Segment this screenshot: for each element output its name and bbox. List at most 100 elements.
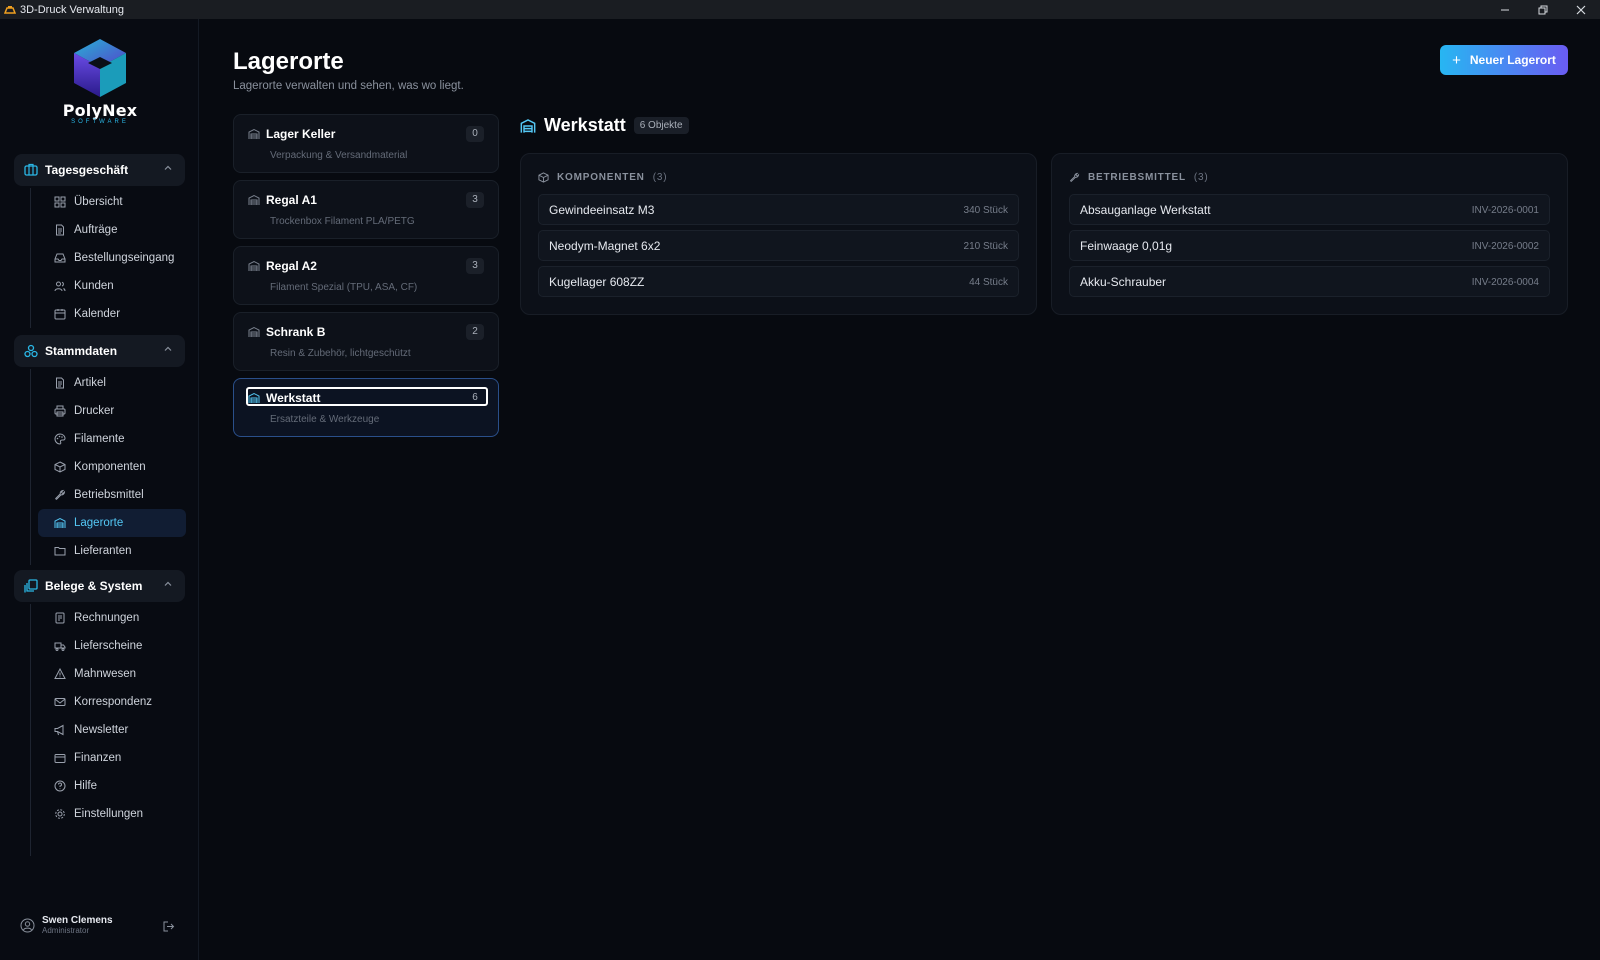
documents-icon [24, 579, 38, 593]
warehouse-icon [248, 128, 260, 139]
sidebar-item-mahnwesen[interactable]: Mahnwesen [38, 660, 186, 688]
component-quantity: 340 Stück [963, 205, 1008, 216]
equipment-name: Akku-Schrauber [1080, 275, 1167, 289]
brand-tagline: SOFTWARE [71, 119, 129, 125]
sidebar-item-label: Aufträge [74, 224, 118, 236]
sidebar-item-lieferanten[interactable]: Lieferanten [38, 537, 186, 565]
palette-icon [54, 433, 66, 445]
location-name: Lager Keller [266, 127, 336, 141]
component-row[interactable]: Gewindeeinsatz M3 340 Stück [538, 194, 1019, 225]
close-button[interactable] [1562, 0, 1600, 19]
group-stammdaten[interactable]: Stammdaten [14, 335, 185, 367]
sidebar-item-filamente[interactable]: Filamente [38, 425, 186, 453]
sidebar-item-uebersicht[interactable]: Übersicht [38, 188, 186, 216]
group-label: Stammdaten [45, 344, 118, 358]
sidebar-item-komponenten[interactable]: Komponenten [38, 453, 186, 481]
equipment-header: BETRIEBSMITTEL (3) [1069, 172, 1209, 183]
brand-name: PolyNex [62, 101, 138, 120]
sidebar-item-einstellungen[interactable]: Einstellungen [38, 800, 186, 828]
calendar-icon [54, 309, 66, 320]
location-card[interactable]: Regal A2 Filament Spezial (TPU, ASA, CF)… [233, 246, 499, 305]
sidebar-item-newsletter[interactable]: Newsletter [38, 716, 186, 744]
location-description: Resin & Zubehör, lichtgeschützt [270, 348, 411, 359]
sidebar-item-drucker[interactable]: Drucker [38, 397, 186, 425]
sidebar-item-label: Rechnungen [74, 612, 140, 624]
location-name: Regal A2 [266, 259, 317, 273]
sidebar-item-bestellungseingang[interactable]: Bestellungseingang [38, 244, 186, 272]
sidebar-item-label: Lagerorte [74, 517, 124, 529]
chevron-up-icon [164, 581, 172, 586]
title-bar: 3D-Druck Verwaltung [0, 0, 1600, 19]
chevron-up-icon [164, 346, 172, 351]
sidebar-item-label: Hilfe [74, 780, 98, 792]
equipment-row[interactable]: Akku-Schrauber INV-2026-0004 [1069, 266, 1550, 297]
location-count-badge: 2 [466, 324, 484, 340]
group-tagesgeschaeft[interactable]: Tagesgeschäft [14, 154, 185, 186]
location-count-badge: 3 [466, 192, 484, 208]
user-name: Swen Clemens [42, 915, 113, 926]
location-description: Filament Spezial (TPU, ASA, CF) [270, 282, 418, 293]
location-card-selected[interactable]: Werkstatt Ersatzteile & Werkzeuge 6 [233, 378, 499, 437]
sidebar-item-kunden[interactable]: Kunden [38, 272, 186, 300]
logout-icon[interactable] [162, 920, 175, 933]
nav-list-belege-system: Rechnungen Lieferscheine Mahnwesen Korre… [30, 604, 186, 856]
warehouse-icon [248, 194, 260, 205]
object-count-badge: 6 Objekte [633, 117, 689, 134]
location-description: Verpackung & Versandmaterial [270, 150, 408, 161]
equipment-inventory-number: INV-2026-0001 [1471, 205, 1539, 216]
location-count-badge: 3 [466, 258, 484, 274]
sidebar-item-betriebsmittel[interactable]: Betriebsmittel [38, 481, 186, 509]
sidebar-item-label: Einstellungen [74, 808, 144, 820]
sidebar-item-label: Lieferanten [74, 545, 132, 557]
new-location-label: Neuer Lagerort [1469, 53, 1556, 67]
sidebar-item-lieferscheine[interactable]: Lieferscheine [38, 632, 186, 660]
components-header-label: KOMPONENTEN [557, 172, 645, 183]
equipment-inventory-number: INV-2026-0002 [1471, 241, 1539, 252]
location-card[interactable]: Schrank B Resin & Zubehör, lichtgeschütz… [233, 312, 499, 371]
equipment-inventory-number: INV-2026-0004 [1471, 277, 1539, 288]
equipment-row[interactable]: Feinwaage 0,01g INV-2026-0002 [1069, 230, 1550, 261]
megaphone-icon [54, 724, 64, 736]
sidebar-item-label: Artikel [74, 377, 106, 389]
nav-list-stammdaten: Artikel Drucker Filamente Komponenten Be… [30, 369, 186, 565]
new-location-button[interactable]: + Neuer Lagerort [1440, 45, 1568, 75]
nav-list-tagesgeschaeft: Übersicht Aufträge Bestellungseingang Ku… [30, 188, 186, 328]
sidebar-item-hilfe[interactable]: Hilfe [38, 772, 186, 800]
printer-icon [54, 405, 66, 417]
components-count: (3) [652, 172, 668, 183]
sidebar: PolyNex SOFTWARE Tagesgeschäft Übersicht… [0, 19, 199, 960]
gear-icon [55, 809, 65, 819]
sidebar-item-lagerorte[interactable]: Lagerorte [38, 509, 186, 537]
boxes-icon [24, 344, 38, 358]
location-card[interactable]: Regal A1 Trockenbox Filament PLA/PETG 3 [233, 180, 499, 239]
truck-icon [54, 642, 66, 651]
sidebar-item-label: Drucker [74, 405, 115, 417]
warehouse-icon [520, 118, 536, 133]
user-profile[interactable]: Swen Clemens Administrator [20, 915, 113, 935]
sidebar-item-artikel[interactable]: Artikel [38, 369, 186, 397]
sidebar-item-korrespondenz[interactable]: Korrespondenz [38, 688, 186, 716]
component-row[interactable]: Neodym-Magnet 6x2 210 Stück [538, 230, 1019, 261]
wrench-icon [1070, 172, 1080, 182]
location-card[interactable]: Lager Keller Verpackung & Versandmateria… [233, 114, 499, 173]
restore-button[interactable] [1524, 0, 1562, 19]
sidebar-item-finanzen[interactable]: Finanzen [38, 744, 186, 772]
warehouse-icon [248, 326, 260, 337]
wrench-icon [55, 489, 66, 500]
wallet-icon [54, 754, 66, 763]
detail-title: Werkstatt [544, 115, 626, 135]
document-icon [56, 224, 64, 236]
sidebar-item-label: Kalender [74, 308, 121, 320]
group-belege-system[interactable]: Belege & System [14, 570, 185, 602]
sidebar-item-kalender[interactable]: Kalender [38, 300, 186, 328]
receipt-icon [55, 612, 65, 624]
component-row[interactable]: Kugellager 608ZZ 44 Stück [538, 266, 1019, 297]
sidebar-item-label: Übersicht [74, 196, 123, 208]
minimize-button[interactable] [1486, 0, 1524, 19]
sidebar-item-rechnungen[interactable]: Rechnungen [38, 604, 186, 632]
plus-icon: + [1452, 51, 1461, 69]
equipment-row[interactable]: Absauganlage Werkstatt INV-2026-0001 [1069, 194, 1550, 225]
group-label: Tagesgeschäft [45, 163, 129, 177]
location-description: Trockenbox Filament PLA/PETG [270, 216, 415, 227]
sidebar-item-auftraege[interactable]: Aufträge [38, 216, 186, 244]
